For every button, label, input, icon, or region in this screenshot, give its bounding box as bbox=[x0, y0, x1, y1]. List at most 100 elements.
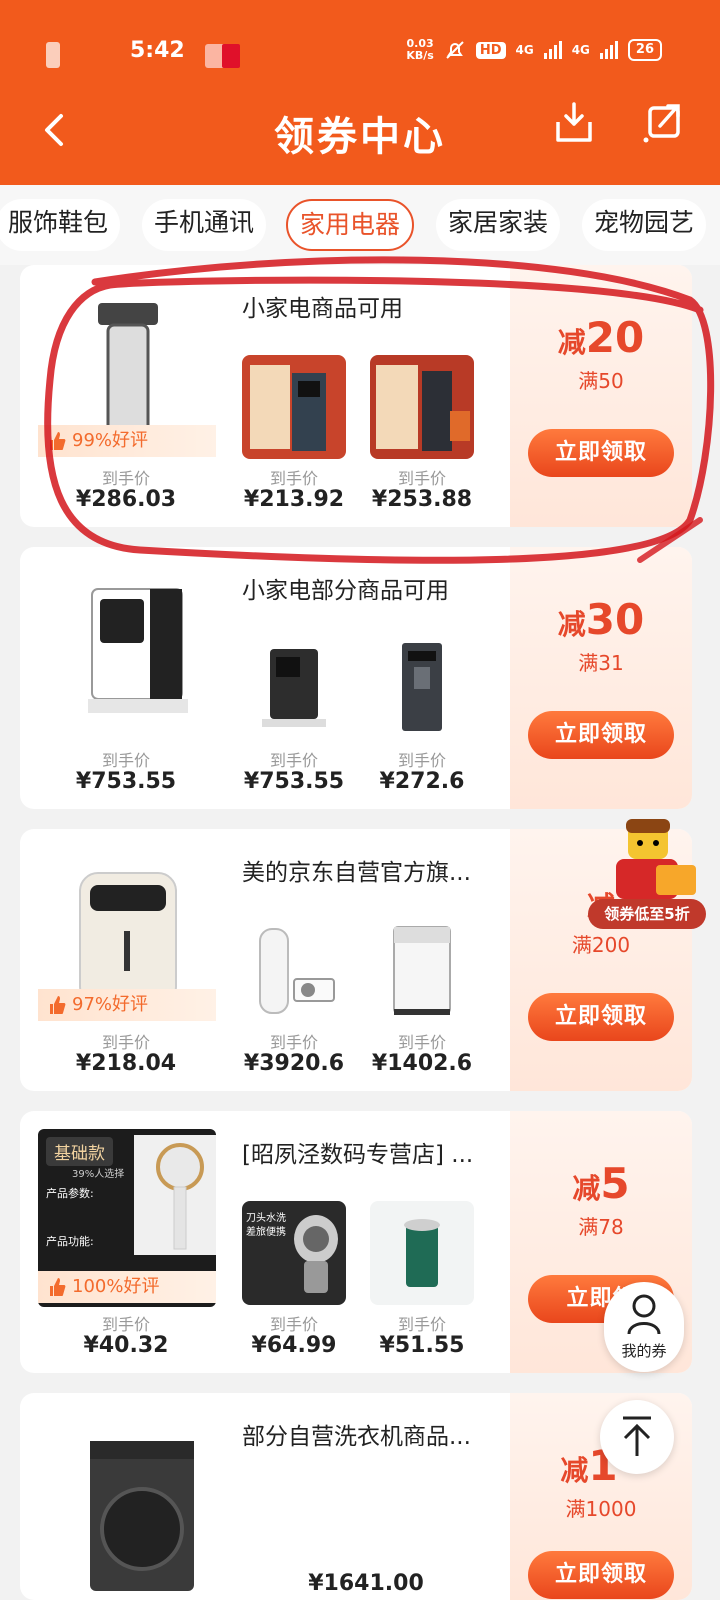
product-price: ¥753.55 bbox=[75, 769, 177, 794]
coupon-card[interactable]: 小家电部分商品可用 到手价 ¥753.55 到手价 ¥753.55 到手价 ¥2… bbox=[20, 547, 692, 809]
product-thumbnail[interactable] bbox=[370, 1201, 474, 1305]
praise-badge: 97%好评 bbox=[38, 989, 216, 1021]
coupon-side: 减20 满50 立即领取 bbox=[510, 265, 692, 527]
coupon-card[interactable]: 小家电商品可用 99%好评 到手价 ¥286.03 到手价 ¥213.92 到手… bbox=[20, 265, 692, 527]
price-label: 到手价 bbox=[101, 1315, 150, 1334]
status-icons: 0.03 KB/s HD 4G 4G 26 bbox=[406, 38, 662, 62]
mute-bell-icon bbox=[446, 41, 464, 59]
claim-button[interactable]: 立即领取 bbox=[528, 993, 674, 1041]
claim-button[interactable]: 立即领取 bbox=[528, 1551, 674, 1599]
price-label: 到手价 bbox=[269, 469, 318, 488]
discount-amount: 减30 bbox=[557, 595, 645, 644]
status-bar: 5:42 0.03 KB/s HD 4G 4G 26 bbox=[0, 38, 720, 68]
product-thumbnail[interactable] bbox=[370, 355, 474, 459]
price-label: 到手价 bbox=[269, 1033, 318, 1052]
product-price: ¥51.55 bbox=[379, 1333, 465, 1358]
image-params: 产品参数: bbox=[46, 1187, 94, 1200]
shop-name: 部分自营洗衣机商品... bbox=[242, 1424, 471, 1450]
user-icon bbox=[627, 1294, 661, 1335]
product-price: ¥1402.6 bbox=[371, 1051, 473, 1076]
coupon-condition: 满1000 bbox=[565, 1497, 637, 1521]
thumbs-up-icon bbox=[50, 432, 66, 450]
coupon-condition: 满50 bbox=[578, 369, 624, 393]
product-thumbnail[interactable] bbox=[242, 637, 346, 741]
tab-phones[interactable]: 手机通讯 bbox=[142, 199, 267, 251]
product-price: ¥40.32 bbox=[83, 1333, 169, 1358]
coupon-card[interactable]: 部分自营洗衣机商品... ¥1641.00 减1 满1000 立即领取 bbox=[20, 1393, 692, 1600]
coupon-condition: 满78 bbox=[578, 1215, 624, 1239]
signal-icon bbox=[599, 41, 618, 59]
thumbs-up-icon bbox=[50, 1278, 66, 1296]
product-price: ¥213.92 bbox=[243, 487, 345, 512]
product-price: ¥286.03 bbox=[75, 487, 177, 512]
thumbnail-text: 差旅便携 bbox=[246, 1227, 286, 1238]
product-price: ¥753.55 bbox=[243, 769, 345, 794]
download-icon[interactable] bbox=[550, 100, 598, 148]
product-thumbnail[interactable] bbox=[242, 355, 346, 459]
shaver-image bbox=[294, 1215, 338, 1293]
thumbs-up-icon bbox=[50, 996, 66, 1014]
product-image[interactable] bbox=[38, 1411, 216, 1600]
product-thumbnail[interactable] bbox=[242, 919, 346, 1023]
battery-icon: 26 bbox=[627, 39, 662, 61]
thumbnail-text: 刀头水洗 bbox=[246, 1213, 286, 1224]
my-coupons-button[interactable]: 我的券 bbox=[604, 1282, 684, 1372]
coupon-card[interactable]: [昭夙泾数码专营店] ... 基础款 39%人选择 产品参数: 产品功能: 10… bbox=[20, 1111, 692, 1373]
coupon-side: 减30 满31 立即领取 bbox=[510, 547, 692, 809]
image-functions: 产品功能: bbox=[46, 1235, 94, 1248]
price-label: 到手价 bbox=[397, 1315, 446, 1334]
blurred-region bbox=[46, 42, 60, 68]
network-speed: 0.03 KB/s bbox=[406, 37, 434, 62]
product-price: ¥272.6 bbox=[379, 769, 465, 794]
promo-sticker[interactable]: 领券低至5折 bbox=[588, 815, 706, 935]
discount-amount: 减5 bbox=[572, 1159, 630, 1208]
arrow-up-icon bbox=[623, 1416, 651, 1456]
price-label: 到手价 bbox=[101, 469, 150, 488]
claim-button[interactable]: 立即领取 bbox=[528, 711, 674, 759]
blurred-region bbox=[222, 44, 240, 68]
claim-button[interactable]: 立即领取 bbox=[528, 429, 674, 477]
product-image[interactable] bbox=[38, 565, 216, 743]
category-tabs: 服饰鞋包 手机通讯 家用电器 家居家装 宠物园艺 bbox=[0, 185, 720, 265]
image-tag: 基础款 bbox=[46, 1137, 113, 1166]
coupon-condition: 满31 bbox=[578, 651, 624, 675]
shop-name: [昭夙泾数码专营店] ... bbox=[242, 1142, 474, 1168]
network-type: 4G bbox=[515, 43, 534, 57]
price-label: 到手价 bbox=[397, 1033, 446, 1052]
nav-bar: 领券中心 bbox=[0, 92, 720, 172]
share-icon[interactable] bbox=[640, 98, 688, 146]
product-thumbnail[interactable] bbox=[370, 919, 474, 1023]
shop-name: 美的京东自营官方旗... bbox=[242, 860, 471, 886]
price-label: 到手价 bbox=[397, 751, 446, 770]
price-label: 到手价 bbox=[101, 1033, 150, 1052]
praise-badge: 100%好评 bbox=[38, 1271, 216, 1303]
product-thumbnail[interactable] bbox=[370, 637, 474, 741]
product-thumbnail[interactable]: 刀头水洗 差旅便携 bbox=[242, 1201, 346, 1305]
back-to-top-button[interactable] bbox=[600, 1400, 674, 1474]
product-price: ¥218.04 bbox=[75, 1051, 177, 1076]
status-time: 5:42 bbox=[130, 38, 185, 63]
page-title: 领券中心 bbox=[274, 114, 446, 160]
tab-pets-garden[interactable]: 宠物园艺 bbox=[582, 199, 707, 251]
header: 5:42 0.03 KB/s HD 4G 4G 26 领券中心 bbox=[0, 0, 720, 185]
hd-badge: HD bbox=[475, 41, 506, 59]
signal-icon bbox=[543, 41, 562, 59]
product-price: ¥3920.6 bbox=[243, 1051, 345, 1076]
product-price: ¥1641.00 bbox=[308, 1571, 424, 1596]
shop-name: 小家电部分商品可用 bbox=[242, 578, 449, 604]
promo-label: 领券低至5折 bbox=[604, 905, 690, 923]
tab-appliances[interactable]: 家用电器 bbox=[286, 199, 415, 251]
product-price: ¥253.88 bbox=[371, 487, 473, 512]
price-label: 到手价 bbox=[101, 751, 150, 770]
tab-fashion[interactable]: 服饰鞋包 bbox=[0, 199, 121, 251]
network-type: 4G bbox=[571, 43, 590, 57]
price-label: 到手价 bbox=[397, 469, 446, 488]
praise-badge: 99%好评 bbox=[38, 425, 216, 457]
image-subtag: 39%人选择 bbox=[72, 1169, 125, 1180]
price-label: 到手价 bbox=[269, 1315, 318, 1334]
hair-dryer-image bbox=[134, 1135, 216, 1255]
discount-amount: 减20 bbox=[557, 313, 645, 362]
tab-home[interactable]: 家居家装 bbox=[436, 199, 561, 251]
my-coupons-label: 我的券 bbox=[621, 1342, 667, 1360]
shop-name: 小家电商品可用 bbox=[242, 296, 403, 322]
